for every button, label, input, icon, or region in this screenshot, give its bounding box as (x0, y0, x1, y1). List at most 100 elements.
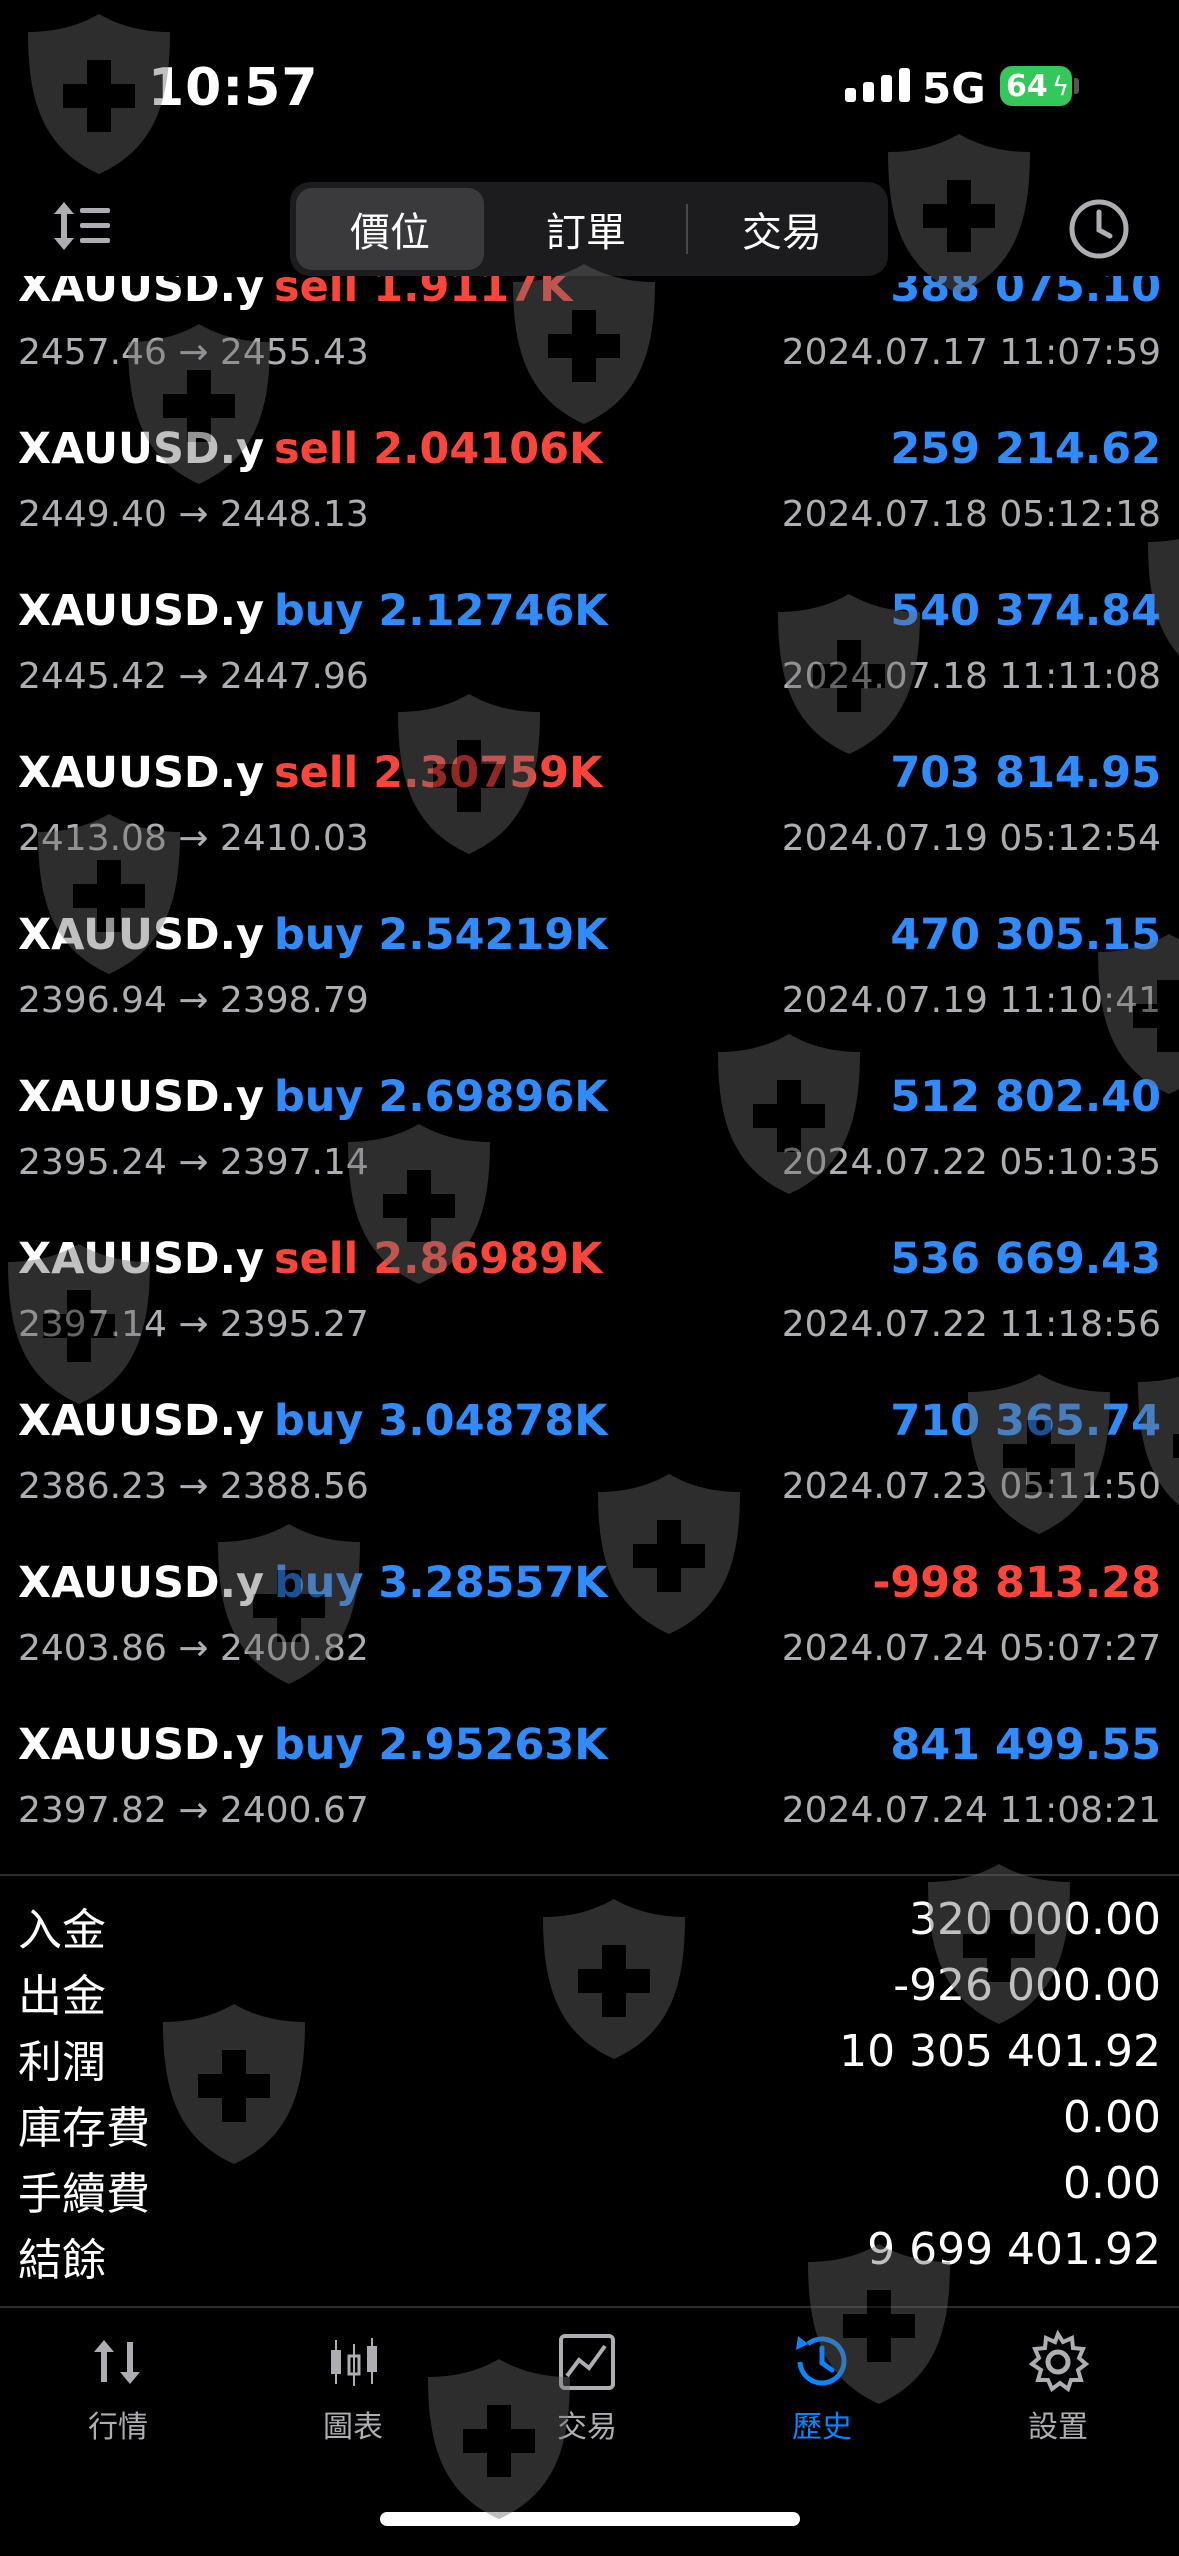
trade-row[interactable]: XAUUSD.y buy 2.69896K 2395.24 → 2397.14 512… (0, 1042, 1179, 1204)
trade-profit: 536 669.43 (890, 1234, 1161, 1284)
trade-side-label: sell (273, 424, 359, 474)
tab-label: 交易 (557, 2410, 617, 2445)
trade-prices: 2413.08 → 2410.03 (18, 818, 369, 859)
tab-label: 圖表 (323, 2410, 383, 2445)
summary-row: 出金 -926 000.00 (18, 1960, 1161, 2024)
trade-prices: 2403.86 → 2400.82 (18, 1628, 369, 1669)
trade-prices: 2386.23 → 2388.56 (18, 1466, 369, 1507)
sort-icon[interactable] (50, 196, 114, 256)
summary-value: 320 000.00 (909, 1894, 1161, 1945)
trade-profit: 540 374.84 (890, 586, 1161, 636)
summary-value: 9 699 401.92 (867, 2224, 1161, 2275)
tab-quotes-arrows[interactable]: 行情 (48, 2330, 188, 2445)
trade-symbol: XAUUSD.y (18, 586, 264, 636)
trade-symbol: XAUUSD.y (18, 1234, 264, 1284)
network-type: 5G (922, 64, 986, 113)
home-indicator[interactable] (380, 2512, 800, 2526)
tab-history-clock[interactable]: 歷史 (752, 2330, 892, 2445)
trade-datetime: 2024.07.24 11:08:21 (781, 1790, 1161, 1831)
trade-side-label: buy (273, 1072, 364, 1122)
trade-row[interactable]: XAUUSD.y sell 2.30759K 2413.08 → 2410.03 70… (0, 718, 1179, 880)
trade-volume: 3.04878K (378, 1396, 608, 1446)
summary-divider (0, 1874, 1179, 1876)
tab-gear[interactable]: 設置 (988, 2330, 1128, 2445)
signal-icon (845, 68, 910, 102)
trade-symbol-line: XAUUSD.y buy 2.95263K (18, 1720, 608, 1770)
tab-trade-chart[interactable]: 交易 (517, 2330, 657, 2445)
trade-symbol: XAUUSD.y (18, 1558, 264, 1608)
tab-candlestick-chart[interactable]: 圖表 (283, 2330, 423, 2445)
battery-tip (1074, 78, 1079, 94)
trade-volume: 1.9117K (373, 276, 573, 312)
trade-side: buy 3.04878K (274, 1396, 608, 1446)
trade-side: buy 2.95263K (274, 1720, 608, 1770)
trade-symbol: XAUUSD.y (18, 424, 264, 474)
summary-row: 結餘 9 699 401.92 (18, 2224, 1161, 2288)
history-clock-icon (796, 2336, 847, 2386)
trade-volume: 3.28557K (378, 1558, 608, 1608)
trade-datetime: 2024.07.24 05:07:27 (781, 1628, 1161, 1669)
trade-volume: 2.95263K (378, 1720, 608, 1770)
trade-datetime: 2024.07.22 05:10:35 (781, 1142, 1161, 1183)
trade-volume: 2.69896K (378, 1072, 608, 1122)
segmented-control: 價位 訂單 交易 (290, 182, 888, 276)
trade-symbol: XAUUSD.y (18, 910, 264, 960)
summary-row: 利潤 10 305 401.92 (18, 2026, 1161, 2090)
segment-deals[interactable]: 交易 (688, 188, 876, 270)
trade-symbol-line: XAUUSD.y sell 1.9117K (18, 276, 572, 312)
trade-side: sell 2.86989K (274, 1234, 602, 1284)
summary-label: 利潤 (18, 2037, 106, 2088)
trade-symbol-line: XAUUSD.y sell 2.86989K (18, 1234, 602, 1284)
trade-row[interactable]: XAUUSD.y buy 2.54219K 2396.94 → 2398.79 470… (0, 880, 1179, 1042)
trade-row[interactable]: XAUUSD.y buy 3.04878K 2386.23 → 2388.56 710… (0, 1366, 1179, 1528)
trade-side-label: buy (273, 586, 364, 636)
trade-symbol-line: XAUUSD.y buy 2.54219K (18, 910, 608, 960)
charging-bolt-icon: ϟ (1052, 72, 1070, 102)
trade-side: sell 2.04106K (274, 424, 602, 474)
tabbar-divider (0, 2306, 1179, 2308)
trade-side: sell 1.9117K (274, 276, 573, 312)
trade-symbol: XAUUSD.y (18, 276, 264, 312)
clock-icon[interactable] (1068, 198, 1130, 260)
segment-orders[interactable]: 訂單 (492, 188, 680, 270)
summary-value: 10 305 401.92 (839, 2026, 1161, 2077)
trade-row[interactable]: XAUUSD.y sell 2.04106K 2449.40 → 2448.13 25… (0, 394, 1179, 556)
trade-prices: 2397.82 → 2400.67 (18, 1790, 369, 1831)
trade-row[interactable]: XAUUSD.y buy 2.12746K 2445.42 → 2447.96 540… (0, 556, 1179, 718)
trade-prices: 2395.24 → 2397.14 (18, 1142, 369, 1183)
summary-label: 手續費 (18, 2169, 150, 2220)
trade-side-label: buy (273, 910, 364, 960)
summary-row: 入金 320 000.00 (18, 1894, 1161, 1958)
trade-row[interactable]: XAUUSD.y buy 3.28557K 2403.86 → 2400.82 -99… (0, 1528, 1179, 1690)
trade-datetime: 2024.07.18 05:12:18 (781, 494, 1161, 535)
trade-profit: 470 305.15 (890, 910, 1161, 960)
quotes-arrows-icon (94, 2340, 140, 2384)
trade-row[interactable]: XAUUSD.y sell 2.86989K 2397.14 → 2395.27 53… (0, 1204, 1179, 1366)
summary-label: 結餘 (18, 2235, 106, 2286)
trade-symbol: XAUUSD.y (18, 1396, 264, 1446)
summary-row: 手續費 0.00 (18, 2158, 1161, 2222)
trade-symbol-line: XAUUSD.y buy 2.12746K (18, 586, 608, 636)
trade-profit: 512 802.40 (890, 1072, 1161, 1122)
trade-symbol: XAUUSD.y (18, 1072, 264, 1122)
trade-row[interactable]: XAUUSD.y buy 2.95263K 2397.82 → 2400.67 841… (0, 1690, 1179, 1852)
summary-label: 庫存費 (18, 2103, 150, 2154)
battery-level: 64 (1006, 68, 1048, 104)
trade-prices: 2445.42 → 2447.96 (18, 656, 369, 697)
segment-price[interactable]: 價位 (296, 188, 484, 270)
trade-side-label: sell (273, 276, 359, 312)
trade-chart-icon (559, 2334, 615, 2390)
trade-prices: 2397.14 → 2395.27 (18, 1304, 369, 1345)
trade-datetime: 2024.07.19 11:10:41 (781, 980, 1161, 1021)
trade-side: buy 3.28557K (274, 1558, 608, 1608)
trade-datetime: 2024.07.23 05:11:50 (781, 1466, 1161, 1507)
trade-prices: 2449.40 → 2448.13 (18, 494, 369, 535)
trade-volume: 2.30759K (373, 748, 603, 798)
trade-prices: 2457.46 → 2455.43 (18, 332, 369, 373)
summary-value: -926 000.00 (893, 1960, 1161, 2011)
trade-volume: 2.54219K (378, 910, 608, 960)
trade-row[interactable]: XAUUSD.y sell 1.9117K 2457.46 → 2455.43 388… (0, 276, 1179, 394)
trade-profit: 841 499.55 (890, 1720, 1161, 1770)
trade-side-label: buy (273, 1396, 364, 1446)
trade-side-label: buy (273, 1558, 364, 1608)
